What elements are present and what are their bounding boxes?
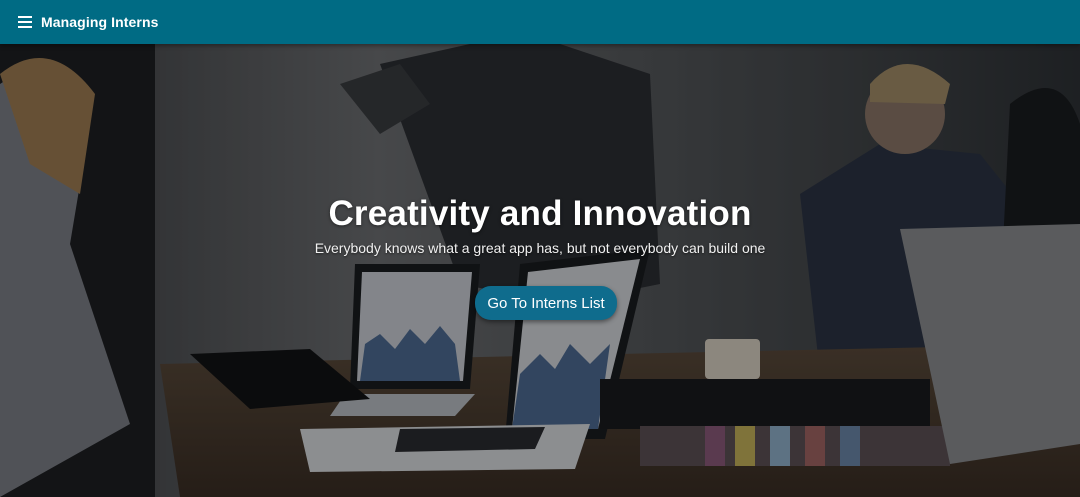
menu-icon[interactable] [18, 15, 34, 29]
app-bar: Managing Interns [0, 0, 1080, 44]
go-to-interns-list-button[interactable]: Go To Interns List [475, 286, 617, 320]
hero-overlay [0, 44, 1080, 497]
hero-subheading: Everybody knows what a great app has, bu… [314, 240, 766, 256]
app-title: Managing Interns [41, 14, 159, 30]
hero-heading: Creativity and Innovation [328, 194, 752, 233]
hero-section: Creativity and Innovation Everybody know… [0, 44, 1080, 497]
